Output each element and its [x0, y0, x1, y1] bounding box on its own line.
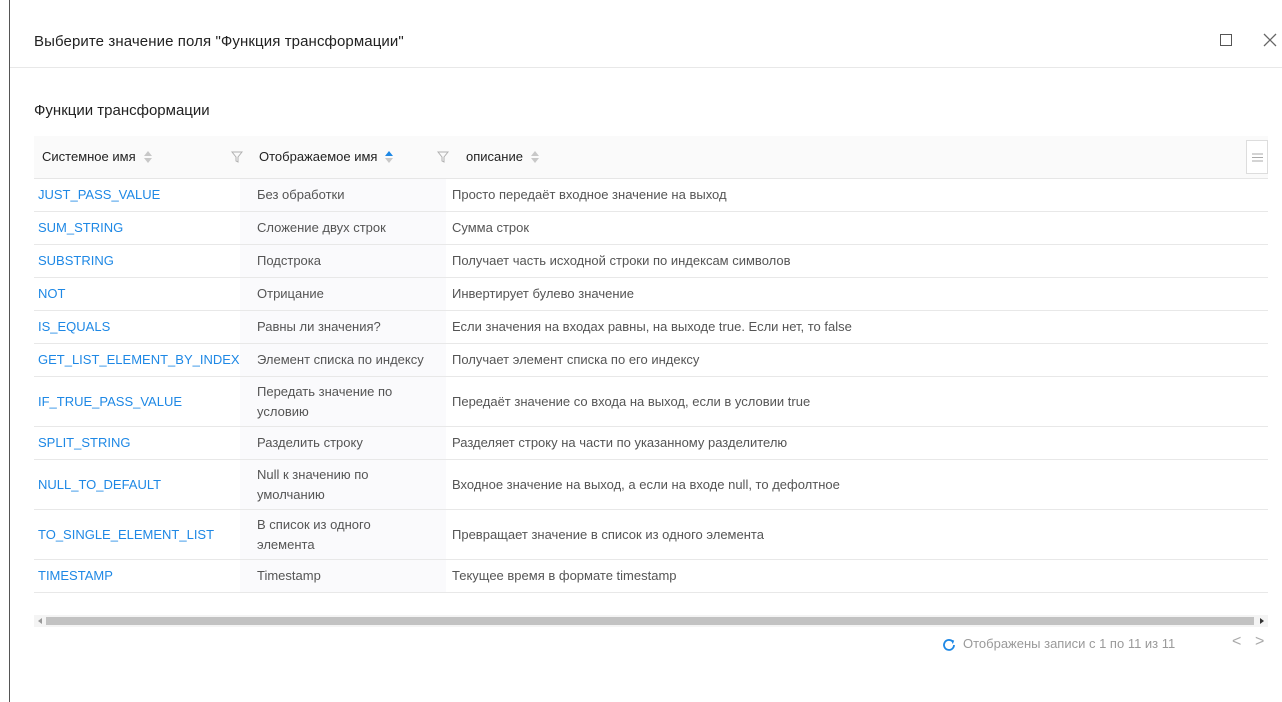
sort-icon[interactable] — [143, 151, 152, 163]
dialog-title: Выберите значение поля "Функция трансфор… — [34, 33, 404, 50]
sort-asc-icon[interactable] — [385, 151, 394, 163]
system-name-cell[interactable]: SPLIT_STRING — [38, 427, 244, 459]
list-icon — [1252, 153, 1263, 162]
table-row[interactable]: NOT Отрицание Инвертирует булево значени… — [34, 278, 1268, 311]
functions-grid: Системное имя Отображаемое имя описание — [34, 136, 1268, 593]
previous-page-button[interactable]: < — [1232, 633, 1241, 651]
display-name-cell: Подстрока — [257, 253, 321, 268]
scroll-right-arrow-icon[interactable] — [1260, 618, 1264, 624]
description-cell: Просто передаёт входное значение на выхо… — [452, 187, 727, 202]
description-cell: Входное значение на выход, а если на вхо… — [452, 476, 840, 492]
column-chooser-button[interactable] — [1246, 140, 1268, 174]
system-name-link[interactable]: NOT — [38, 284, 65, 304]
dialog-header: Выберите значение поля "Функция трансфор… — [10, 0, 1282, 68]
system-name-cell[interactable]: JUST_PASS_VALUE — [38, 179, 244, 211]
scroll-left-arrow-icon[interactable] — [38, 618, 42, 624]
system-name-link[interactable]: TO_SINGLE_ELEMENT_LIST — [38, 525, 214, 545]
refresh-icon[interactable] — [941, 637, 957, 653]
table-row[interactable]: TO_SINGLE_ELEMENT_LIST В список из одног… — [34, 510, 1268, 560]
maximize-icon[interactable] — [1220, 34, 1232, 46]
system-name-link[interactable]: SUM_STRING — [38, 218, 123, 238]
display-name-cell: В список из одного элемента — [257, 516, 371, 552]
display-name-cell: Null к значению по умолчанию — [257, 466, 369, 502]
select-value-dialog: Выберите значение поля "Функция трансфор… — [10, 0, 1282, 702]
description-cell: Передаёт значение со входа на выход, есл… — [452, 393, 811, 409]
display-name-cell: Без обработки — [257, 187, 345, 202]
description-cell: Превращает значение в список из одного э… — [452, 526, 764, 542]
description-cell: Получает элемент списка по его индексу — [452, 352, 700, 367]
description-cell: Получает часть исходной строки по индекс… — [452, 253, 791, 268]
display-name-cell: Отрицание — [257, 286, 324, 301]
grid-body: JUST_PASS_VALUE Без обработки Просто пер… — [34, 179, 1268, 593]
system-name-cell[interactable]: IS_EQUALS — [38, 311, 244, 343]
pager-info: Отображены записи с 1 по 11 из 11 — [963, 636, 1176, 651]
sort-icon[interactable] — [530, 151, 539, 163]
column-header-description[interactable]: описание — [466, 136, 539, 178]
system-name-cell[interactable]: TO_SINGLE_ELEMENT_LIST — [38, 510, 244, 559]
pager: Отображены записи с 1 по 11 из 11 < > — [10, 628, 1282, 658]
system-name-cell[interactable]: NOT — [38, 278, 244, 310]
description-cell: Текущее время в формате timestamp — [452, 568, 677, 583]
column-label: Системное имя — [42, 149, 136, 164]
system-name-cell[interactable]: TIMESTAMP — [38, 560, 244, 592]
scrollbar-thumb[interactable] — [46, 617, 1254, 625]
column-header-system-name[interactable]: Системное имя — [42, 136, 152, 178]
table-row[interactable]: IS_EQUALS Равны ли значения? Если значен… — [34, 311, 1268, 344]
system-name-link[interactable]: TIMESTAMP — [38, 566, 113, 586]
display-name-cell: Равны ли значения? — [257, 319, 381, 334]
table-row[interactable]: NULL_TO_DEFAULT Null к значению по умолч… — [34, 460, 1268, 510]
system-name-cell[interactable]: SUM_STRING — [38, 212, 244, 244]
column-label: описание — [466, 149, 523, 164]
system-name-link[interactable]: IS_EQUALS — [38, 317, 110, 337]
table-row[interactable]: SUBSTRING Подстрока Получает часть исход… — [34, 245, 1268, 278]
table-row[interactable]: IF_TRUE_PASS_VALUE Передать значение по … — [34, 377, 1268, 427]
system-name-cell[interactable]: SUBSTRING — [38, 245, 244, 277]
filter-icon[interactable] — [437, 151, 449, 163]
filter-icon[interactable] — [231, 151, 243, 163]
display-name-cell: Разделить строку — [257, 435, 363, 450]
table-row[interactable]: JUST_PASS_VALUE Без обработки Просто пер… — [34, 179, 1268, 212]
close-icon[interactable] — [1260, 28, 1280, 52]
system-name-cell[interactable]: IF_TRUE_PASS_VALUE — [38, 377, 244, 426]
description-cell: Инвертирует булево значение — [452, 286, 635, 301]
display-name-cell: Передать значение по условию — [257, 383, 393, 419]
column-header-display-name[interactable]: Отображаемое имя — [259, 136, 394, 178]
description-cell: Сумма строк — [452, 220, 530, 235]
horizontal-scrollbar[interactable] — [34, 615, 1268, 627]
display-name-cell: Элемент списка по индексу — [257, 352, 424, 367]
table-row[interactable]: GET_LIST_ELEMENT_BY_INDEX Элемент списка… — [34, 344, 1268, 377]
system-name-link[interactable]: GET_LIST_ELEMENT_BY_INDEX — [38, 350, 240, 370]
grid-header: Системное имя Отображаемое имя описание — [34, 136, 1268, 179]
display-name-cell: Timestamp — [257, 568, 321, 583]
description-cell: Разделяет строку на части по указанному … — [452, 435, 788, 450]
system-name-link[interactable]: IF_TRUE_PASS_VALUE — [38, 392, 182, 412]
system-name-link[interactable]: NULL_TO_DEFAULT — [38, 475, 161, 495]
display-name-cell: Сложение двух строк — [257, 220, 386, 235]
table-row[interactable]: SUM_STRING Сложение двух строк Сумма стр… — [34, 212, 1268, 245]
table-row[interactable]: TIMESTAMP Timestamp Текущее время в форм… — [34, 560, 1268, 593]
system-name-cell[interactable]: NULL_TO_DEFAULT — [38, 460, 244, 509]
section-title: Функции трансформации — [34, 102, 210, 119]
table-row[interactable]: SPLIT_STRING Разделить строку Разделяет … — [34, 427, 1268, 460]
system-name-link[interactable]: SUBSTRING — [38, 251, 114, 271]
next-page-button[interactable]: > — [1255, 633, 1264, 651]
description-cell: Если значения на входах равны, на выходе… — [452, 319, 852, 334]
system-name-link[interactable]: SPLIT_STRING — [38, 433, 130, 453]
column-label: Отображаемое имя — [259, 149, 378, 164]
system-name-cell[interactable]: GET_LIST_ELEMENT_BY_INDEX — [38, 344, 244, 376]
system-name-link[interactable]: JUST_PASS_VALUE — [38, 185, 160, 205]
